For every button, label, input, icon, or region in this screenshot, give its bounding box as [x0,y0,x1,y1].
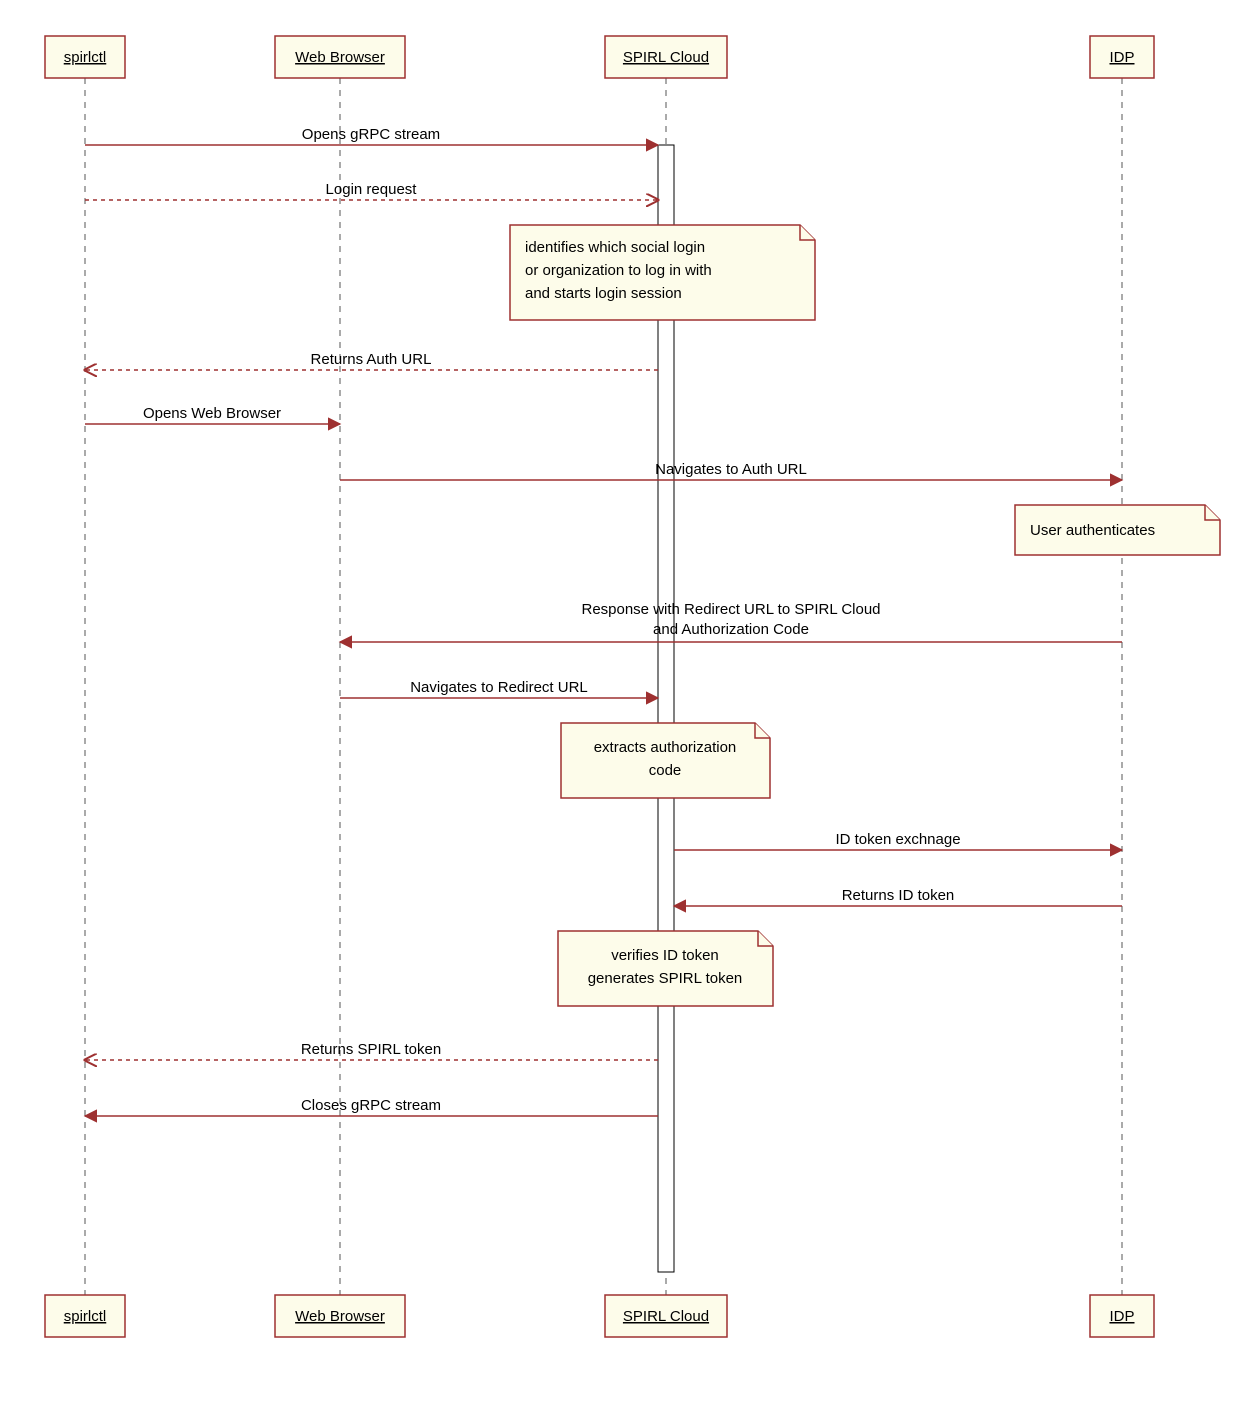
actor-spirl-cloud-bottom: SPIRL Cloud [605,1295,727,1337]
svg-text:or organization to log in with: or organization to log in with [525,262,712,279]
sequence-diagram: spirlctl Web Browser SPIRL Cloud IDP Ope… [0,0,1234,1414]
svg-text:Web Browser: Web Browser [295,49,385,66]
actor-web-browser: Web Browser [275,36,405,78]
svg-text:SPIRL Cloud: SPIRL Cloud [623,1308,709,1325]
actor-spirlctl-bottom: spirlctl [45,1295,125,1337]
msg-id-token-exchange: ID token exchnage [835,831,960,848]
note-extract-code: extracts authorization code [561,723,770,798]
msg-nav-auth-url: Navigates to Auth URL [655,461,807,478]
note-verify-generate: verifies ID token generates SPIRL token [558,931,773,1006]
msg-returns-spirl-token: Returns SPIRL token [301,1041,441,1058]
note-login-session: identifies which social login or organiz… [510,225,815,320]
svg-text:IDP: IDP [1109,1308,1134,1325]
msg-response-redirect-b: and Authorization Code [653,621,809,638]
msg-returns-auth-url: Returns Auth URL [311,351,432,368]
svg-text:Web Browser: Web Browser [295,1308,385,1325]
svg-text:generates SPIRL token: generates SPIRL token [588,970,743,987]
actor-web-browser-bottom: Web Browser [275,1295,405,1337]
actor-idp-bottom: IDP [1090,1295,1154,1337]
msg-returns-id-token: Returns ID token [842,887,955,904]
actor-spirl-cloud: SPIRL Cloud [605,36,727,78]
msg-nav-redirect: Navigates to Redirect URL [410,679,588,696]
svg-text:code: code [649,762,682,779]
msg-opens-browser: Opens Web Browser [143,405,281,422]
msg-login-request: Login request [326,181,418,198]
svg-text:IDP: IDP [1109,49,1134,66]
actor-idp: IDP [1090,36,1154,78]
svg-text:SPIRL Cloud: SPIRL Cloud [623,49,709,66]
note-user-auth: User authenticates [1015,505,1220,555]
svg-text:extracts authorization: extracts authorization [594,739,737,756]
svg-text:spirlctl: spirlctl [64,49,107,66]
svg-text:verifies ID token: verifies ID token [611,947,719,964]
actor-spirlctl: spirlctl [45,36,125,78]
svg-text:identifies which social login: identifies which social login [525,239,705,256]
msg-response-redirect-a: Response with Redirect URL to SPIRL Clou… [581,601,880,618]
svg-text:spirlctl: spirlctl [64,1308,107,1325]
msg-opens-grpc: Opens gRPC stream [302,126,440,143]
svg-text:User authenticates: User authenticates [1030,522,1155,539]
svg-text:and starts login session: and starts login session [525,285,682,302]
msg-closes-grpc: Closes gRPC stream [301,1097,441,1114]
